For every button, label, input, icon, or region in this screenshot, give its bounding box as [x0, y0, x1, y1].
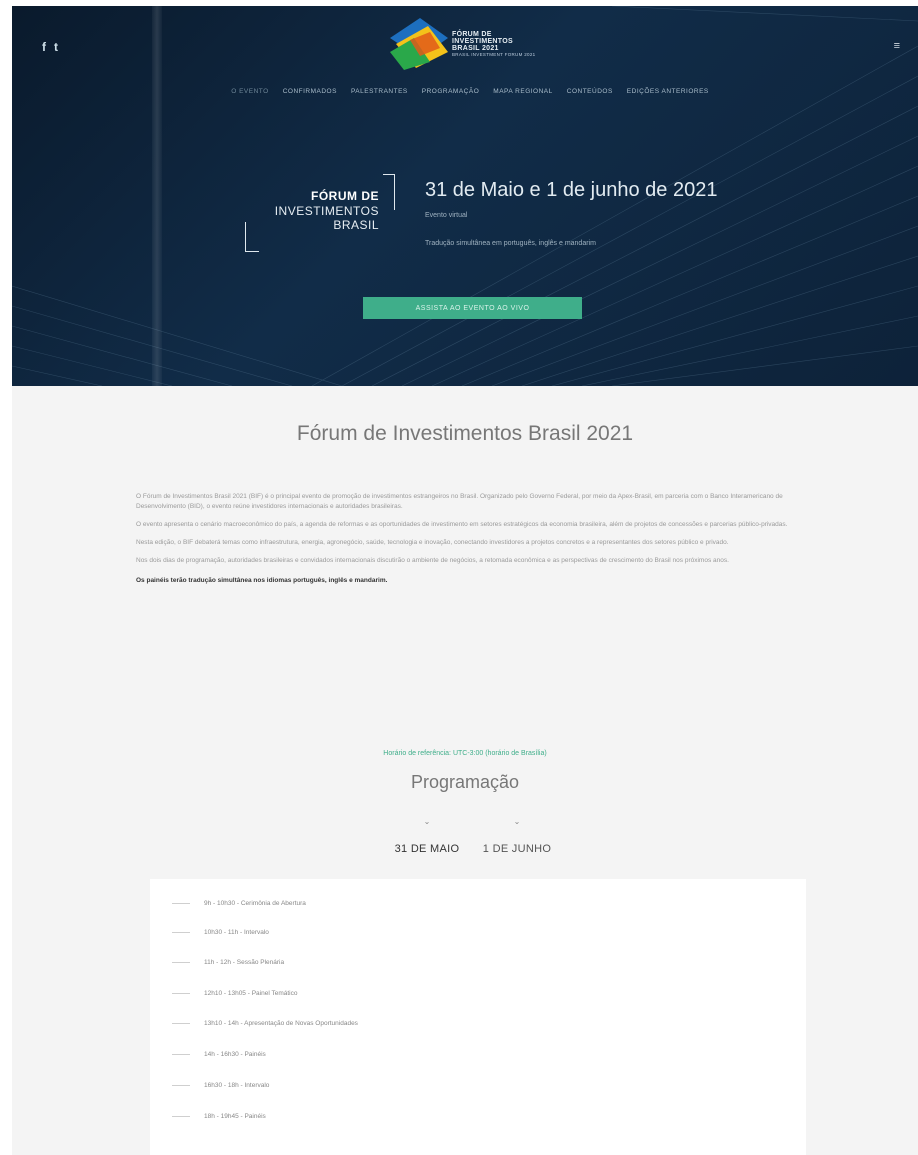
about-title: Fórum de Investimentos Brasil 2021	[296, 422, 634, 445]
schedule-item-text: 16h30 - 18h - Intervalo	[204, 1081, 270, 1089]
main-nav: O EVENTO CONFIRMADOS PALESTRANTES PROGRA…	[12, 88, 918, 95]
logo-bracket-bottom	[245, 222, 259, 252]
schedule-item[interactable]: 12h10 - 13h05 - Painel Temático	[150, 985, 806, 1001]
translation-bold-note: Os painéis terão tradução simultânea nos…	[136, 577, 388, 584]
twitter-icon[interactable]: t	[54, 40, 58, 54]
row-dash	[172, 961, 190, 963]
row-dash	[172, 931, 190, 933]
row-dash	[172, 992, 190, 994]
nav-item-palestrantes[interactable]: PALESTRANTES	[351, 88, 408, 95]
schedule-item-text: 12h10 - 13h05 - Painel Temático	[204, 989, 298, 997]
schedule-item-text: 18h - 19h45 - Painéis	[204, 1112, 266, 1120]
schedule-list: 9h - 10h30 - Cerimônia de Abertura 10h30…	[150, 879, 806, 1155]
about-paragraph: O Fórum de Investimentos Brasil 2021 (BI…	[136, 493, 783, 510]
tab-1-junho[interactable]: ⌄ 1 DE JUNHO	[472, 817, 562, 855]
brand-tagline: BRASIL INVESTMENT FORUM 2021	[452, 51, 536, 57]
schedule-item[interactable]: 10h30 - 11h - Intervalo	[150, 924, 806, 940]
hero-banner: f t ≡ FÓRUM DE INVESTIMENTOS BRASIL 2021…	[12, 6, 918, 386]
schedule-item[interactable]: 14h - 16h30 - Painéis	[150, 1046, 806, 1062]
schedule-item-text: 14h - 16h30 - Painéis	[204, 1050, 266, 1058]
event-date: 31 de Maio e 1 de junho de 2021	[425, 179, 718, 201]
logo-line1: FÓRUM DE	[311, 189, 379, 203]
schedule-item[interactable]: 9h - 10h30 - Cerimônia de Abertura	[150, 895, 806, 911]
facebook-icon[interactable]: f	[42, 40, 46, 54]
row-dash	[172, 902, 190, 904]
timezone-note: Horário de referência: UTC-3:00 (horário…	[383, 750, 547, 757]
about-paragraph: Nos dois dias de programação, autoridade…	[136, 557, 729, 564]
page-frame: f t ≡ FÓRUM DE INVESTIMENTOS BRASIL 2021…	[12, 6, 918, 1155]
tab-label: 31 DE MAIO	[394, 843, 460, 855]
logo-line3: BRASIL	[333, 218, 379, 232]
chevron-down-icon: ⌄	[513, 817, 521, 826]
brand-mark-icon	[390, 18, 448, 70]
event-format: Evento virtual	[425, 212, 468, 219]
menu-icon[interactable]: ≡	[894, 40, 900, 52]
about-paragraph: O evento apresenta o cenário macroeconôm…	[136, 521, 788, 528]
chevron-down-icon: ⌄	[423, 817, 431, 826]
about-text: O Fórum de Investimentos Brasil 2021 (BI…	[136, 492, 806, 594]
nav-item-conteudos[interactable]: CONTEÚDOS	[567, 88, 613, 95]
schedule-item-text: 9h - 10h30 - Cerimônia de Abertura	[204, 899, 306, 907]
event-translation-note: Tradução simultânea em português, inglês…	[425, 240, 596, 247]
brand-line2: INVESTIMENTOS	[452, 37, 513, 45]
schedule-item-text: 13h10 - 14h - Apresentação de Novas Opor…	[204, 1019, 358, 1027]
tab-label: 1 DE JUNHO	[482, 843, 552, 855]
schedule-item[interactable]: 16h30 - 18h - Intervalo	[150, 1077, 806, 1093]
about-paragraph: Nesta edição, o BIF debaterá temas como …	[136, 539, 729, 546]
tab-31-maio[interactable]: ⌄ 31 DE MAIO	[382, 817, 472, 855]
nav-item-programacao[interactable]: PROGRAMAÇÃO	[422, 88, 480, 95]
schedule-item-text: 11h - 12h - Sessão Plenária	[204, 958, 285, 966]
schedule-item[interactable]: 11h - 12h - Sessão Plenária	[150, 954, 806, 970]
logo-line2: INVESTIMENTOS	[274, 204, 379, 218]
schedule-item[interactable]: 18h - 19h45 - Painéis	[150, 1108, 806, 1124]
nav-item-mapa-regional[interactable]: MAPA REGIONAL	[493, 88, 552, 95]
program-day-tabs: ⌄ 31 DE MAIO ⌄ 1 DE JUNHO	[372, 817, 572, 857]
brand-logo[interactable]: FÓRUM DE INVESTIMENTOS BRASIL 2021 BRASI…	[390, 18, 535, 70]
forum-logo: FÓRUM DE INVESTIMENTOS BRASIL	[245, 174, 395, 252]
program-title: Programação	[410, 772, 520, 792]
row-dash	[172, 1022, 190, 1024]
brand-line1: FÓRUM DE	[452, 30, 492, 38]
watch-live-button[interactable]: ASSISTA AO EVENTO AO VIVO	[363, 297, 582, 319]
hero-pole	[152, 6, 162, 386]
nav-item-evento[interactable]: O EVENTO	[231, 88, 268, 95]
logo-bracket-top	[383, 174, 395, 210]
row-dash	[172, 1053, 190, 1055]
schedule-item-text: 10h30 - 11h - Intervalo	[204, 928, 269, 936]
row-dash	[172, 1084, 190, 1086]
social-links: f t	[42, 40, 58, 54]
row-dash	[172, 1115, 190, 1117]
nav-item-edicoes-anteriores[interactable]: EDIÇÕES ANTERIORES	[627, 88, 709, 95]
schedule-item[interactable]: 13h10 - 14h - Apresentação de Novas Opor…	[150, 1015, 806, 1031]
nav-item-confirmados[interactable]: CONFIRMADOS	[283, 88, 337, 95]
